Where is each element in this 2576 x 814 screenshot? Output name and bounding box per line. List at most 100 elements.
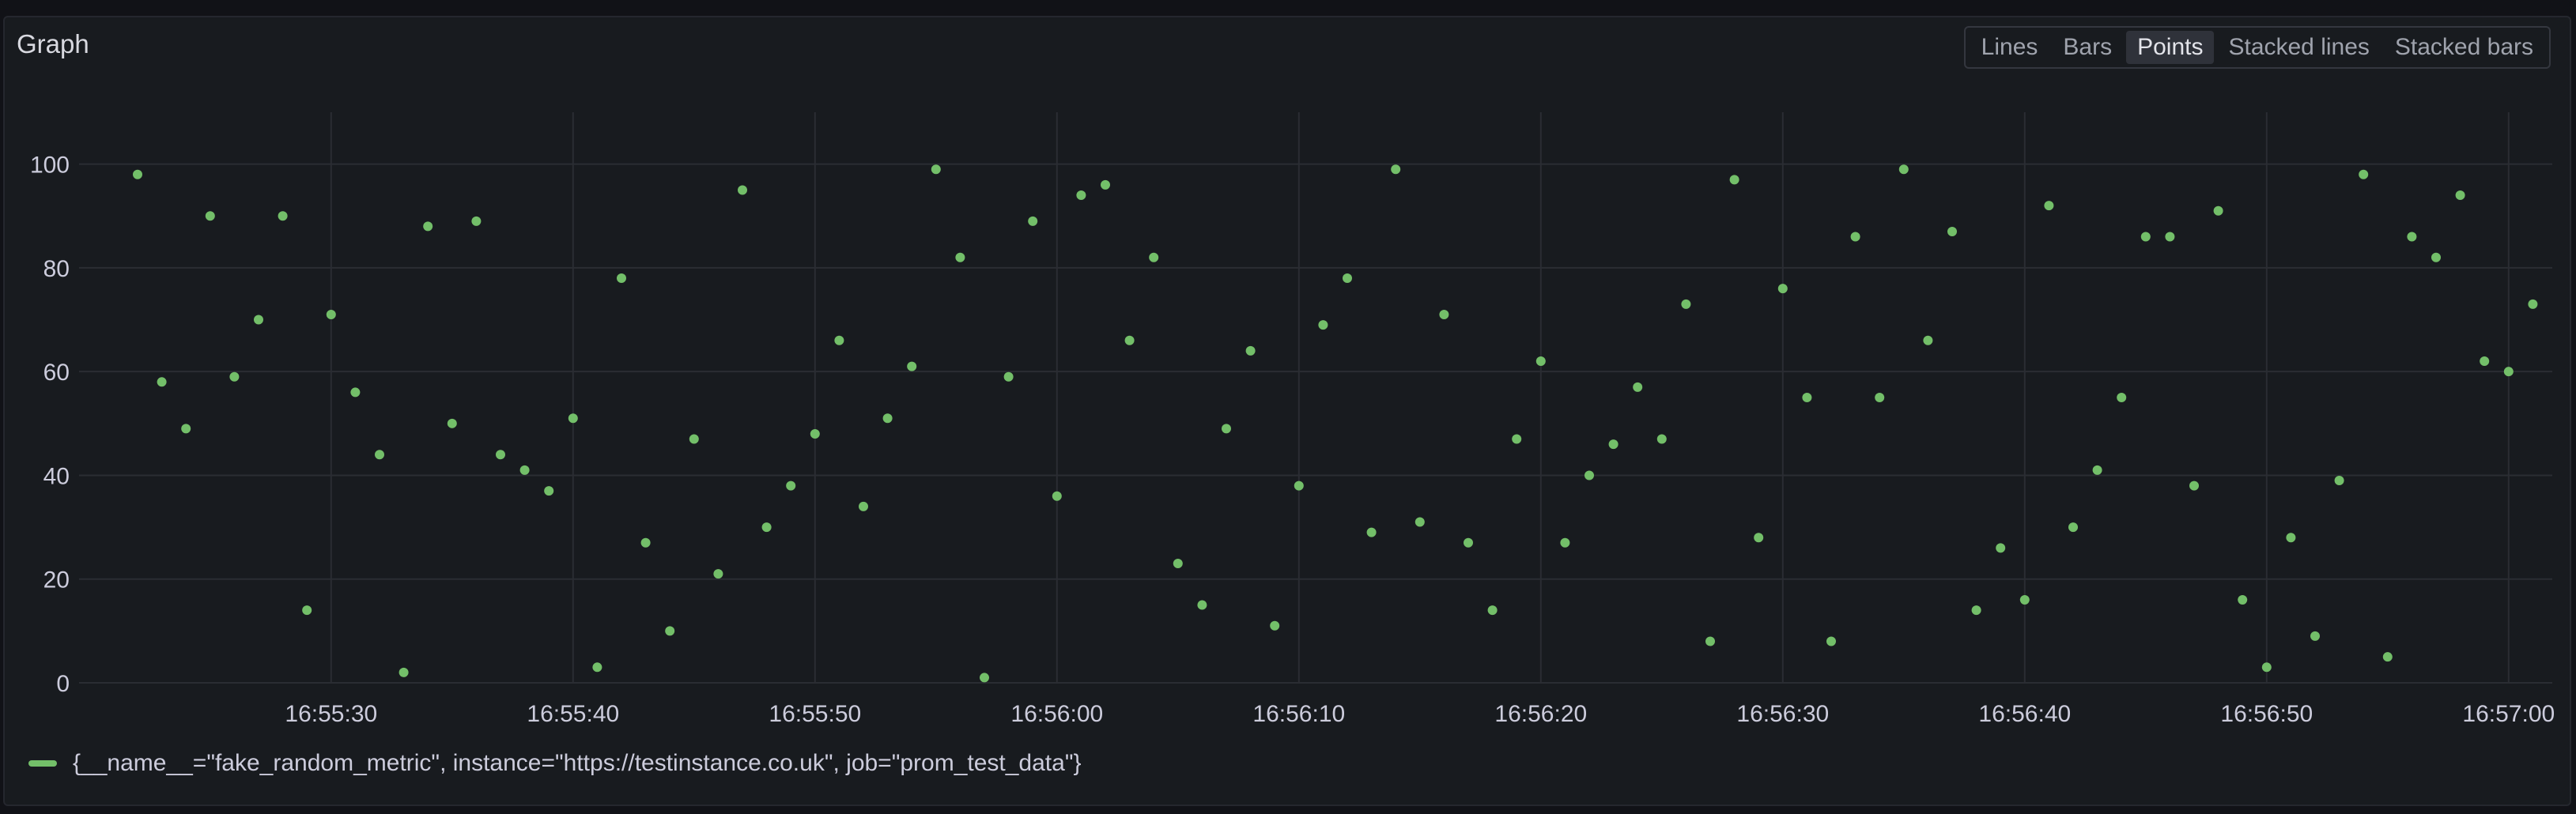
data-point[interactable] (931, 164, 941, 175)
data-point[interactable] (1245, 345, 1256, 356)
data-point[interactable] (1850, 232, 1860, 242)
data-point[interactable] (1729, 175, 1739, 185)
data-point[interactable] (1875, 393, 1885, 402)
data-point[interactable] (205, 211, 215, 221)
data-point[interactable] (2068, 522, 2078, 533)
data-point[interactable] (980, 673, 989, 683)
data-point[interactable] (1560, 537, 1570, 548)
data-point[interactable] (2140, 232, 2151, 242)
data-point[interactable] (1028, 216, 1038, 226)
data-point[interactable] (1898, 164, 1909, 175)
data-point[interactable] (1512, 434, 1522, 444)
data-point[interactable] (2092, 465, 2102, 475)
data-point[interactable] (1535, 356, 1546, 367)
data-point[interactable] (2431, 252, 2441, 262)
data-point[interactable] (592, 662, 602, 673)
data-point[interactable] (1222, 424, 1231, 434)
data-point[interactable] (496, 450, 505, 460)
data-point[interactable] (181, 424, 191, 434)
data-point[interactable] (1439, 309, 1449, 319)
data-point[interactable] (907, 361, 917, 371)
data-point[interactable] (1415, 517, 1425, 527)
data-point[interactable] (133, 169, 142, 179)
data-point[interactable] (2480, 356, 2490, 367)
data-point[interactable] (2019, 594, 2030, 605)
data-point[interactable] (254, 315, 263, 325)
data-point[interactable] (568, 413, 578, 424)
data-point[interactable] (786, 480, 796, 491)
data-point[interactable] (2189, 480, 2199, 491)
data-point[interactable] (2261, 662, 2272, 673)
data-point[interactable] (2382, 652, 2393, 662)
data-point[interactable] (1366, 527, 1377, 537)
data-point[interactable] (1003, 371, 1014, 382)
data-point[interactable] (447, 418, 457, 428)
legend-series-label[interactable]: {__name__="fake_random_metric", instance… (73, 750, 1081, 777)
data-point[interactable] (2117, 393, 2127, 402)
data-point[interactable] (157, 377, 167, 387)
data-point[interactable] (640, 537, 651, 548)
data-point[interactable] (834, 335, 844, 345)
data-point[interactable] (1270, 620, 1280, 631)
data-point[interactable] (1656, 434, 1667, 444)
data-point[interactable] (2528, 299, 2538, 309)
data-point[interactable] (1608, 439, 1618, 450)
data-point[interactable] (326, 309, 336, 319)
data-point[interactable] (1971, 605, 1981, 616)
data-point[interactable] (1464, 537, 1473, 548)
data-point[interactable] (229, 371, 240, 382)
data-point[interactable] (2238, 594, 2248, 605)
data-point[interactable] (2286, 533, 2296, 543)
data-point[interactable] (350, 387, 361, 398)
data-point[interactable] (2503, 367, 2514, 377)
data-point[interactable] (2334, 476, 2344, 486)
data-point[interactable] (1197, 600, 1207, 610)
data-point[interactable] (519, 465, 530, 475)
data-point[interactable] (689, 434, 699, 444)
data-point[interactable] (1947, 226, 1957, 236)
data-point[interactable] (2165, 232, 2175, 242)
data-point[interactable] (1343, 273, 1352, 284)
data-point[interactable] (423, 221, 433, 232)
data-point[interactable] (810, 428, 820, 439)
data-point[interactable] (1124, 335, 1135, 345)
data-point[interactable] (1294, 480, 1304, 491)
data-point[interactable] (2310, 631, 2320, 641)
data-point[interactable] (617, 273, 626, 284)
data-point[interactable] (713, 569, 723, 579)
data-point[interactable] (471, 216, 482, 226)
data-point[interactable] (278, 211, 288, 221)
data-point[interactable] (2213, 205, 2223, 216)
data-point[interactable] (1996, 543, 2006, 553)
data-point[interactable] (882, 413, 893, 424)
data-point[interactable] (1149, 252, 1159, 262)
data-point[interactable] (2455, 190, 2465, 201)
data-point[interactable] (665, 626, 675, 636)
data-point[interactable] (544, 486, 554, 496)
data-point[interactable] (1754, 533, 1764, 543)
data-point[interactable] (1318, 320, 1328, 330)
data-point[interactable] (1487, 605, 1498, 616)
data-point[interactable] (955, 252, 965, 262)
data-point[interactable] (859, 501, 868, 511)
data-point[interactable] (2359, 169, 2369, 179)
data-point[interactable] (1633, 382, 1643, 392)
data-point[interactable] (1705, 636, 1715, 646)
data-point[interactable] (1052, 491, 1062, 501)
data-point[interactable] (738, 185, 747, 195)
data-point[interactable] (1391, 164, 1401, 175)
data-point[interactable] (1173, 559, 1183, 569)
data-point[interactable] (1777, 284, 1788, 294)
data-point[interactable] (2407, 232, 2417, 242)
data-point[interactable] (2044, 201, 2054, 211)
data-point[interactable] (1826, 636, 1836, 646)
data-point[interactable] (1681, 299, 1691, 309)
data-point[interactable] (302, 605, 312, 616)
data-point[interactable] (375, 450, 384, 460)
data-point[interactable] (1802, 393, 1812, 402)
data-point[interactable] (1585, 470, 1594, 480)
data-point[interactable] (1076, 190, 1086, 201)
data-point[interactable] (398, 667, 409, 677)
data-point[interactable] (1923, 335, 1933, 345)
data-point[interactable] (761, 522, 772, 533)
